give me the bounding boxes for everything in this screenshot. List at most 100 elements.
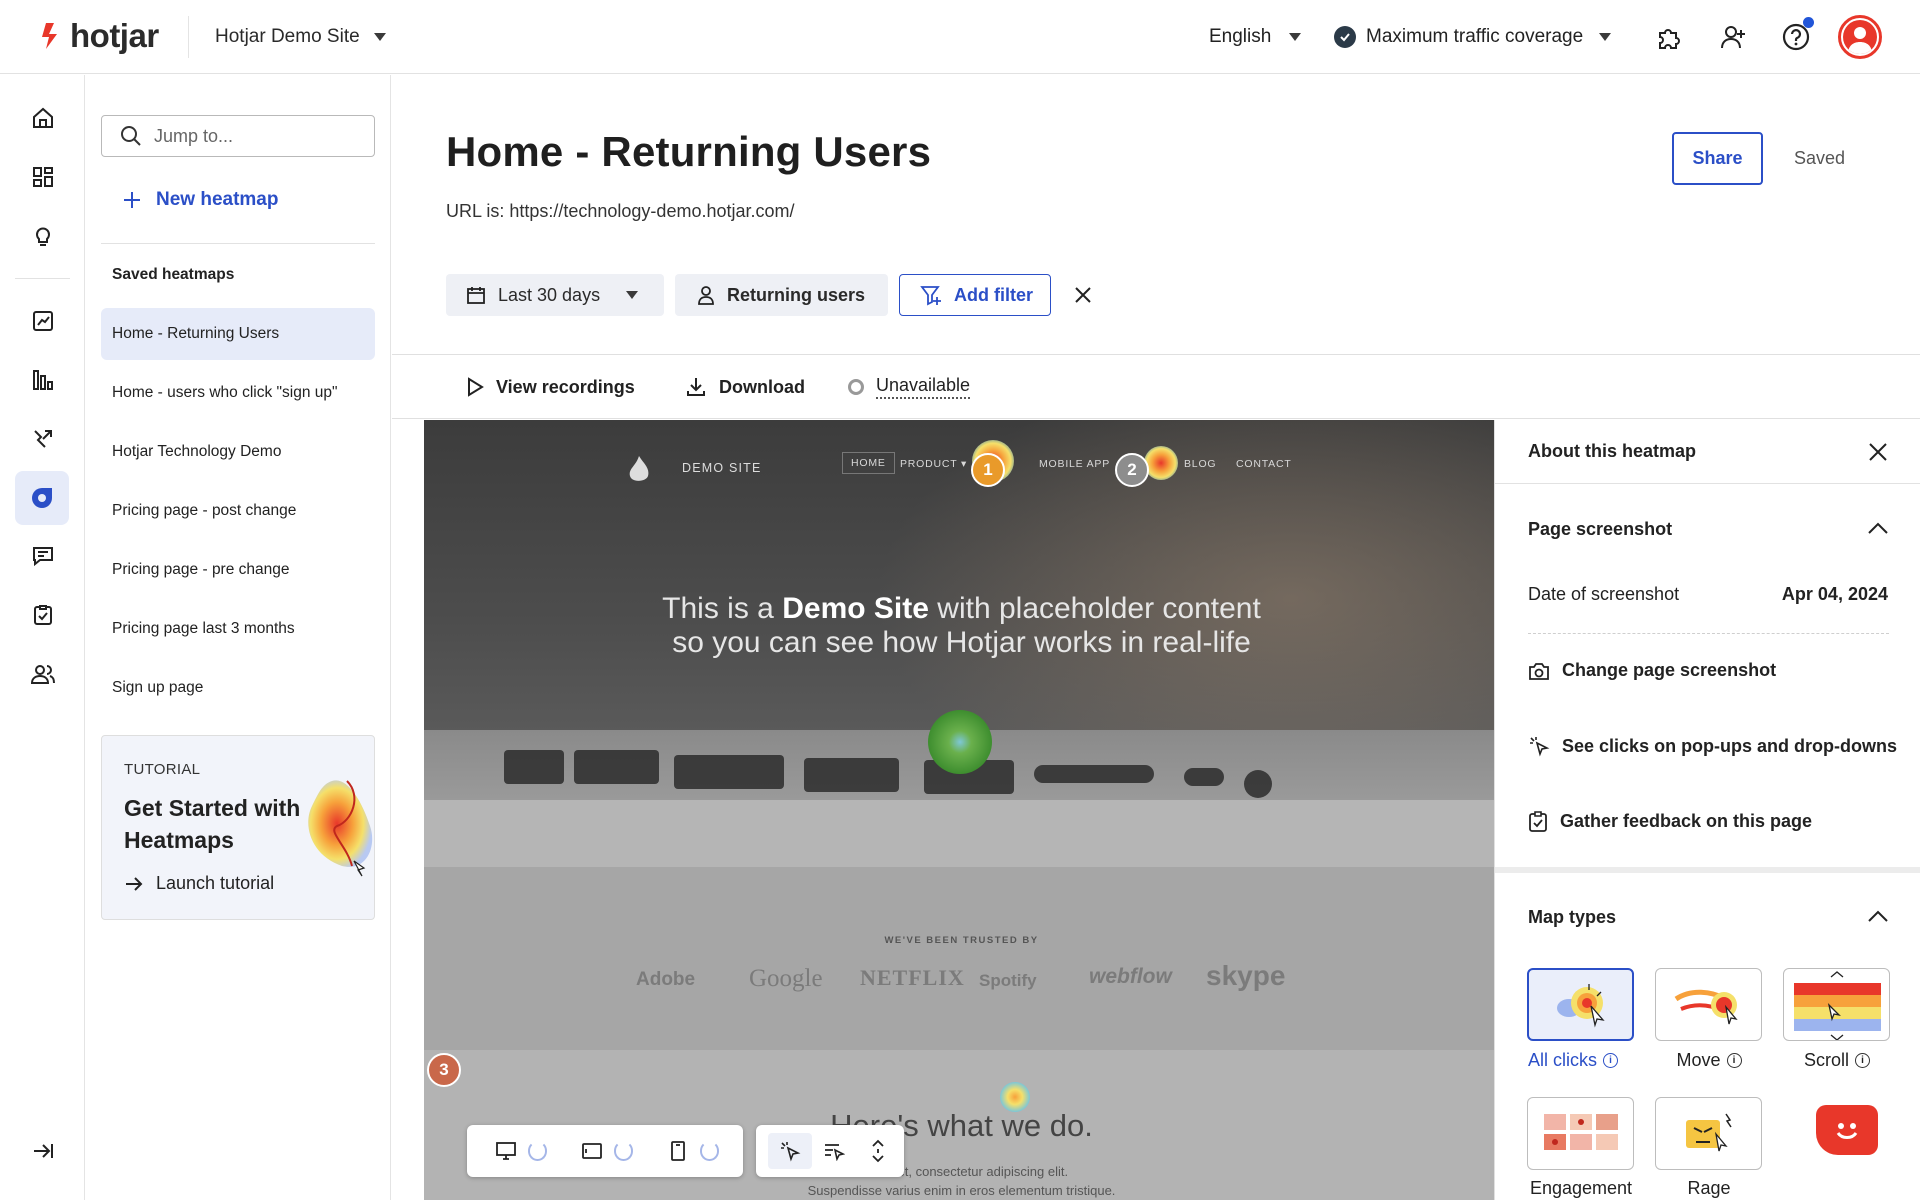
mobile-view-button[interactable] [657, 1133, 700, 1169]
tutorial-kicker: TUTORIAL [124, 761, 201, 778]
segment-filter[interactable]: Returning users [675, 274, 888, 316]
site-selector[interactable]: Hotjar Demo Site [215, 22, 386, 52]
screenshot-date-value: Apr 04, 2024 [1781, 584, 1888, 604]
user-avatar[interactable] [1838, 15, 1882, 59]
map-type-name: Rage [1687, 1178, 1731, 1198]
click-marker[interactable]: 1 [971, 453, 1005, 487]
panel-header: About this heatmap [1495, 420, 1920, 484]
dashboard-icon[interactable] [22, 156, 64, 198]
saved-heatmap-item[interactable]: Pricing page - post change [101, 485, 375, 537]
click-marker[interactable]: 3 [427, 1053, 461, 1087]
page-title: Home - Returning Users [446, 128, 932, 175]
tablet-view-button[interactable] [571, 1133, 614, 1169]
divider [188, 16, 189, 58]
demo-site-name: DEMO SITE [682, 461, 762, 475]
logo-text: hotjar [70, 17, 159, 54]
feedback-icon[interactable] [22, 535, 64, 577]
view-recordings-label: View recordings [496, 376, 635, 397]
map-type-all-clicks[interactable] [1527, 968, 1634, 1041]
funnels-icon[interactable] [22, 359, 64, 401]
desktop-view-button[interactable] [485, 1133, 528, 1169]
info-icon[interactable]: i [1855, 1053, 1870, 1068]
map-type-scroll[interactable] [1783, 968, 1890, 1041]
trends-icon[interactable] [22, 300, 64, 342]
clear-filters-close-icon[interactable] [1070, 282, 1096, 308]
home-icon[interactable] [22, 97, 64, 139]
jump-to-placeholder: Jump to... [154, 125, 234, 146]
panel-section-divider [1495, 867, 1920, 873]
new-heatmap-button[interactable]: New heatmap [122, 189, 278, 211]
saved-heatmaps-heading: Saved heatmaps [112, 266, 235, 283]
map-type-rage[interactable] [1655, 1097, 1762, 1170]
saved-heatmap-item[interactable]: Sign up page [101, 662, 375, 714]
journeys-icon[interactable] [22, 418, 64, 460]
tutorial-card[interactable]: TUTORIAL Get Started with Heatmaps Launc… [101, 735, 375, 920]
date-range-filter[interactable]: Last 30 days [446, 274, 664, 316]
saved-heatmap-item[interactable]: Pricing page - pre change [101, 544, 375, 596]
feedback-widget-button[interactable] [1816, 1105, 1878, 1155]
chevron-up-icon[interactable] [1866, 517, 1890, 541]
language-selector[interactable]: English [1209, 22, 1302, 52]
download-button[interactable]: Download [685, 368, 805, 406]
divider [392, 418, 1920, 419]
traffic-coverage-selector[interactable]: Maximum traffic coverage [1334, 22, 1612, 52]
add-filter-button[interactable]: Add filter [899, 274, 1051, 316]
cursor-click-icon [781, 1142, 801, 1162]
chevron-up-icon[interactable] [1866, 905, 1890, 929]
brand-webflow: webflow [1089, 965, 1172, 988]
saved-heatmap-item[interactable]: Hotjar Technology Demo [101, 426, 375, 478]
clicks-tool-button[interactable] [768, 1133, 812, 1169]
saved-heatmap-label: Hotjar Technology Demo [112, 443, 282, 460]
demo-hero: DEMO SITE HOME PRODUCT ▾ MOBILE APP BLOG… [424, 420, 1494, 867]
map-type-label: Rage [1639, 1178, 1779, 1199]
saved-heatmap-item[interactable]: Home - Returning Users [101, 308, 375, 360]
share-button[interactable]: Share [1672, 132, 1763, 185]
scroll-tool-button[interactable] [856, 1133, 900, 1169]
check-circle-icon [1334, 26, 1356, 48]
popups-clicks-link[interactable]: See clicks on pop-ups and drop-downs [1528, 735, 1897, 757]
gather-feedback-label: Gather feedback on this page [1560, 810, 1813, 831]
change-screenshot-link[interactable]: Change page screenshot [1528, 660, 1776, 681]
hero-text-post: with placeholder content [937, 592, 1261, 625]
interviews-icon[interactable] [22, 653, 64, 695]
heat-spot [1000, 1082, 1030, 1112]
info-icon[interactable]: i [1726, 1053, 1742, 1068]
info-icon[interactable]: i [1603, 1053, 1618, 1068]
caret-down-icon [626, 291, 639, 299]
help-icon[interactable] [1777, 17, 1815, 56]
heatmap-illustration-icon [308, 780, 373, 877]
status-indicator[interactable]: Unavailable [848, 368, 971, 406]
mobile-icon [671, 1141, 686, 1161]
surveys-icon[interactable] [22, 594, 64, 636]
hotjar-logo[interactable]: hotjar [40, 14, 159, 58]
new-heatmap-label: New heatmap [156, 189, 279, 210]
loading-spinner-icon [613, 1141, 633, 1161]
divider [392, 354, 1920, 355]
integrations-icon[interactable] [1650, 18, 1688, 56]
arrow-right-icon [126, 876, 143, 891]
plus-icon [124, 192, 140, 208]
saved-heatmap-item[interactable]: Pricing page last 3 months [101, 603, 375, 655]
element-list-button[interactable] [812, 1133, 856, 1169]
gather-feedback-link[interactable]: Gather feedback on this page [1528, 810, 1812, 832]
saved-heatmap-item[interactable]: Home - users who click "sign up" [101, 367, 375, 419]
download-icon [687, 378, 705, 396]
map-type-engagement[interactable] [1527, 1097, 1634, 1170]
lightbulb-icon[interactable] [22, 215, 64, 257]
map-types-heading: Map types [1528, 907, 1617, 927]
demo-nav-blog: BLOG [1184, 458, 1217, 470]
trusted-by-label: WE'VE BEEN TRUSTED BY [884, 935, 1039, 946]
close-icon[interactable] [1866, 440, 1890, 464]
map-type-move[interactable] [1655, 968, 1762, 1041]
heatmap-canvas[interactable]: DEMO SITE HOME PRODUCT ▾ MOBILE APP BLOG… [424, 420, 1494, 1200]
view-recordings-button[interactable]: View recordings [466, 368, 635, 406]
jump-to-search[interactable]: Jump to... [101, 115, 375, 157]
launch-tutorial-link[interactable]: Launch tutorial [124, 873, 274, 894]
heatmaps-icon[interactable] [15, 471, 69, 525]
invite-user-icon[interactable] [1714, 18, 1752, 56]
change-screenshot-label: Change page screenshot [1562, 660, 1777, 680]
click-marker[interactable]: 2 [1115, 453, 1149, 487]
collapse-sidebar-icon[interactable] [22, 1130, 64, 1172]
brand-skype: skype [1206, 960, 1286, 991]
app-root: hotjar Hotjar Demo Site English Maximum … [0, 0, 1920, 1200]
